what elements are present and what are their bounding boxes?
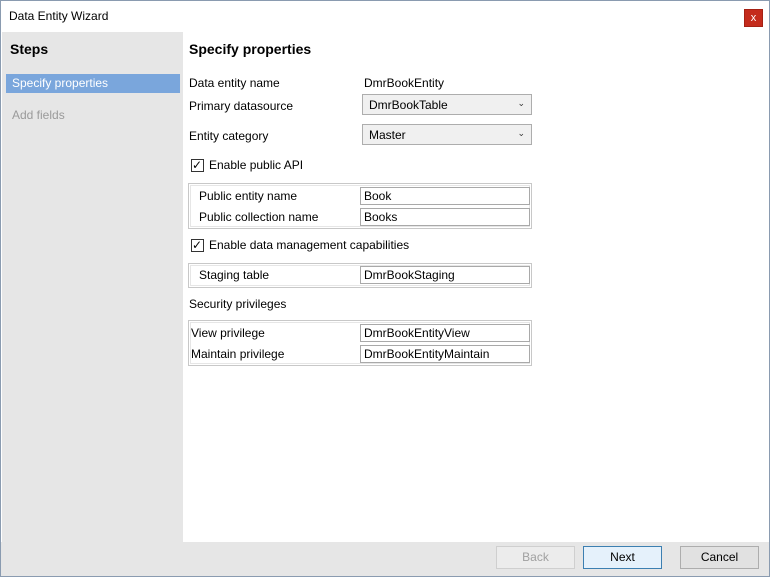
- staging-table-field[interactable]: [360, 266, 530, 284]
- enable-public-api-label: Enable public API: [209, 158, 304, 172]
- public-collection-name-label: Public collection name: [199, 210, 319, 224]
- entity-category-label: Entity category: [189, 129, 269, 143]
- steps-sidebar: Steps Specify properties Add fields: [2, 32, 183, 542]
- entity-category-value: Master: [369, 128, 406, 142]
- maintain-privilege-label: Maintain privilege: [191, 347, 285, 361]
- entity-name-label: Data entity name: [189, 76, 280, 90]
- step-add-fields[interactable]: Add fields: [6, 106, 180, 125]
- staging-table-label: Staging table: [199, 268, 270, 282]
- button-bar: Back Next Cancel: [1, 542, 769, 576]
- security-privileges-label: Security privileges: [189, 297, 287, 311]
- view-privilege-input[interactable]: [361, 325, 529, 341]
- maintain-privilege-input[interactable]: [361, 346, 529, 362]
- close-button[interactable]: x: [744, 9, 763, 27]
- view-privilege-label: View privilege: [191, 326, 265, 340]
- enable-data-management-checkbox[interactable]: ✓: [191, 238, 204, 252]
- primary-datasource-dropdown[interactable]: DmrBookTable ⌄: [362, 94, 532, 115]
- entity-category-dropdown[interactable]: Master ⌄: [362, 124, 532, 145]
- chevron-down-icon: ⌄: [517, 128, 525, 138]
- primary-datasource-label: Primary datasource: [189, 99, 294, 113]
- maintain-privilege-field[interactable]: [360, 345, 530, 363]
- entity-name-value: DmrBookEntity: [364, 76, 445, 90]
- back-button[interactable]: Back: [496, 546, 575, 569]
- wizard-window: Data Entity Wizard x Steps Specify prope…: [0, 0, 770, 577]
- checkmark-icon: ✓: [192, 238, 203, 252]
- public-entity-name-label: Public entity name: [199, 189, 298, 203]
- enable-data-management-label: Enable data management capabilities: [209, 238, 410, 252]
- main-panel: Specify properties Data entity name DmrB…: [183, 32, 769, 542]
- chevron-down-icon: ⌄: [517, 98, 525, 108]
- window-title: Data Entity Wizard: [9, 9, 109, 23]
- page-title: Specify properties: [189, 41, 312, 57]
- steps-title: Steps: [10, 41, 49, 57]
- checkmark-icon: ✓: [192, 158, 203, 172]
- next-button[interactable]: Next: [583, 546, 662, 569]
- primary-datasource-value: DmrBookTable: [369, 98, 448, 112]
- view-privilege-field[interactable]: [360, 324, 530, 342]
- public-entity-name-field[interactable]: [360, 187, 530, 205]
- public-collection-name-input[interactable]: [361, 209, 529, 225]
- close-icon: x: [750, 12, 757, 24]
- staging-table-input[interactable]: [361, 267, 529, 283]
- public-collection-name-field[interactable]: [360, 208, 530, 226]
- cancel-button[interactable]: Cancel: [680, 546, 759, 569]
- public-entity-name-input[interactable]: [361, 188, 529, 204]
- step-specify-properties[interactable]: Specify properties: [6, 74, 180, 93]
- title-bar: Data Entity Wizard x: [1, 1, 769, 32]
- enable-public-api-checkbox[interactable]: ✓: [191, 158, 204, 172]
